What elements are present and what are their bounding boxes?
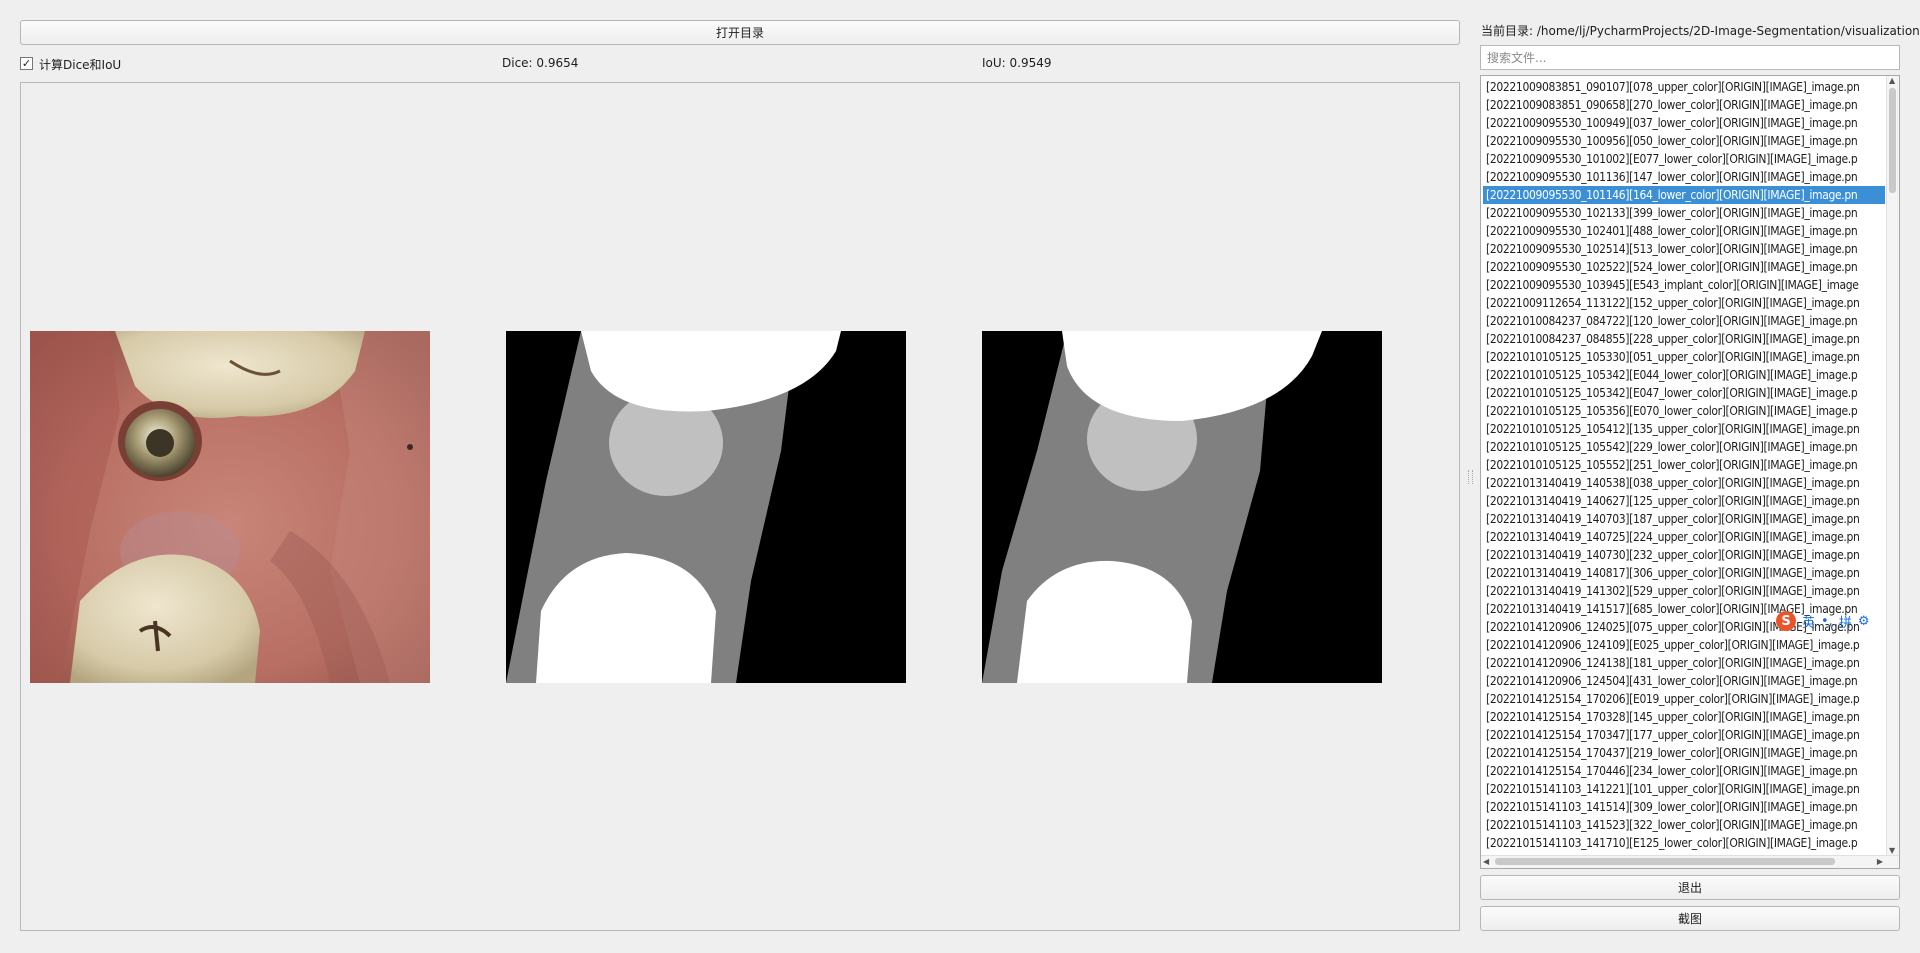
file-list-item[interactable]: [20221014120906_124138][181_upper_color]… <box>1483 654 1885 672</box>
file-list-item[interactable]: [20221010105125_105552][251_lower_color]… <box>1483 456 1885 474</box>
file-list-item[interactable]: [20221014125154_170347][177_upper_color]… <box>1483 726 1885 744</box>
file-list-item[interactable]: [20221013140419_140703][187_upper_color]… <box>1483 510 1885 528</box>
file-list-item[interactable]: [20221009095530_103945][E543_implant_col… <box>1483 276 1885 294</box>
exit-button[interactable]: 退出 <box>1480 875 1900 900</box>
file-list-item[interactable]: [20221014125154_170328][145_upper_color]… <box>1483 708 1885 726</box>
horizontal-scrollbar[interactable]: ◀ ▶ <box>1481 855 1899 868</box>
iou-score: IoU: 0.9549 <box>982 56 1052 70</box>
compute-metrics-label: 计算Dice和IoU <box>39 58 122 72</box>
file-list-item[interactable]: [20221009083851_090107][078_upper_color]… <box>1483 78 1885 96</box>
file-list-item[interactable]: [20221009095530_102522][524_lower_color]… <box>1483 258 1885 276</box>
file-search-input[interactable] <box>1480 45 1900 70</box>
file-list-item[interactable]: [20221013140419_140817][306_upper_color]… <box>1483 564 1885 582</box>
file-list-item[interactable]: [20221014125154_170446][234_lower_color]… <box>1483 762 1885 780</box>
file-list-item[interactable]: [20221014120906_124109][E025_upper_color… <box>1483 636 1885 654</box>
file-list-item[interactable]: [20221015141103_141221][101_upper_color]… <box>1483 780 1885 798</box>
file-list-item[interactable]: [20221013140419_140725][224_upper_color]… <box>1483 528 1885 546</box>
file-list-item[interactable]: [20221013140419_141302][529_upper_color]… <box>1483 582 1885 600</box>
vertical-scrollbar[interactable]: ▲ ▼ <box>1886 76 1899 856</box>
file-list-item[interactable]: [20221010105125_105342][E044_lower_color… <box>1483 366 1885 384</box>
file-list-item[interactable]: [20221010105125_105412][135_upper_color]… <box>1483 420 1885 438</box>
file-list-item[interactable]: [20221010084237_084855][228_upper_color]… <box>1483 330 1885 348</box>
compute-metrics-checkbox[interactable]: ✓ <box>20 57 33 70</box>
current-directory-label: 当前目录: /home/lj/PycharmProjects/2D-Image-… <box>1481 24 1920 38</box>
file-list-item[interactable]: [20221009083851_090658][270_lower_color]… <box>1483 96 1885 114</box>
file-list-item[interactable]: [20221009095530_102514][513_lower_color]… <box>1483 240 1885 258</box>
file-list-item[interactable]: [20221009095530_101002][E077_lower_color… <box>1483 150 1885 168</box>
open-directory-button[interactable]: 打开目录 <box>20 20 1460 45</box>
file-list-item[interactable]: [20221010105125_105356][E070_lower_color… <box>1483 402 1885 420</box>
file-list-item[interactable]: [20221009112654_113122][152_upper_color]… <box>1483 294 1885 312</box>
predicted-mask <box>982 331 1382 683</box>
file-list[interactable]: [20221009083851_090107][078_upper_color]… <box>1480 75 1900 869</box>
dice-score: Dice: 0.9654 <box>502 56 579 70</box>
screenshot-button[interactable]: 截图 <box>1480 906 1900 931</box>
original-image <box>30 331 430 683</box>
file-list-item[interactable]: [20221010105125_105342][E047_lower_color… <box>1483 384 1885 402</box>
file-list-item[interactable]: [20221013140419_140730][232_upper_color]… <box>1483 546 1885 564</box>
file-list-item[interactable]: [20221009095530_101136][147_lower_color]… <box>1483 168 1885 186</box>
file-list-item[interactable]: [20221013140419_140538][038_upper_color]… <box>1483 474 1885 492</box>
ime-lang-toggle[interactable]: 英 <box>1802 612 1815 631</box>
file-list-item[interactable]: [20221009095530_102401][488_lower_color]… <box>1483 222 1885 240</box>
file-list-item[interactable]: [20221009095530_100956][050_lower_color]… <box>1483 132 1885 150</box>
file-list-item[interactable]: [20221015141103_141523][322_lower_color]… <box>1483 816 1885 834</box>
file-list-item[interactable]: [20221009095530_101146][164_lower_color]… <box>1483 186 1885 204</box>
file-list-item[interactable]: [20221015141103_141514][309_lower_color]… <box>1483 798 1885 816</box>
file-list-item[interactable]: [20221009095530_100949][037_lower_color]… <box>1483 114 1885 132</box>
file-list-item[interactable]: [20221015141103_141710][E125_lower_color… <box>1483 834 1885 852</box>
panel-splitter[interactable] <box>1468 470 1473 484</box>
file-list-item[interactable]: [20221010105125_105542][229_lower_color]… <box>1483 438 1885 456</box>
ime-logo-icon[interactable]: S <box>1776 611 1796 631</box>
file-list-item[interactable]: [20221013140419_140627][125_upper_color]… <box>1483 492 1885 510</box>
ground-truth-mask <box>506 331 906 683</box>
file-list-item[interactable]: [20221014120906_124504][431_lower_color]… <box>1483 672 1885 690</box>
file-list-item[interactable]: [20221014125154_170206][E019_upper_color… <box>1483 690 1885 708</box>
ime-settings-icon[interactable]: ⚙ <box>1858 614 1870 629</box>
file-list-item[interactable]: [20221014125154_170437][219_lower_color]… <box>1483 744 1885 762</box>
file-list-item[interactable]: [20221010084237_084722][120_lower_color]… <box>1483 312 1885 330</box>
ime-punct-toggle[interactable]: •, <box>1821 614 1833 629</box>
file-list-item[interactable]: [20221009095530_102133][399_lower_color]… <box>1483 204 1885 222</box>
image-display-area <box>20 82 1460 931</box>
ime-mode-toggle[interactable]: 拼 <box>1839 612 1852 631</box>
file-list-item[interactable]: [20221010105125_105330][051_upper_color]… <box>1483 348 1885 366</box>
ime-toolbar[interactable]: S 英 •, 拼 ⚙ <box>1776 610 1896 632</box>
